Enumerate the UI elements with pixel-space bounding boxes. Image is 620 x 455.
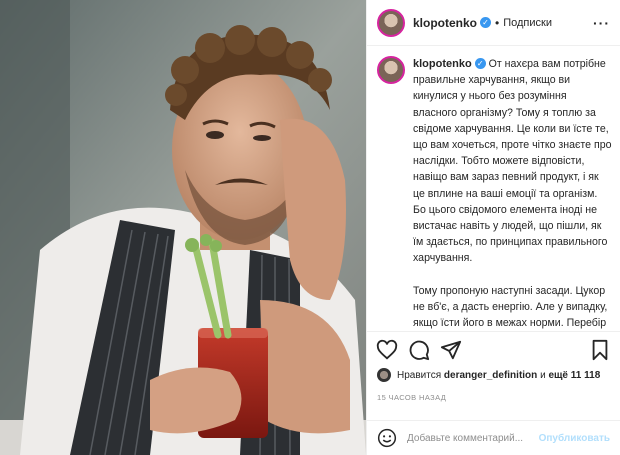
post-photo[interactable] [0,0,366,455]
share-icon[interactable] [439,338,463,362]
author-avatar[interactable] [377,8,405,37]
liker-avatar[interactable] [377,368,391,382]
separator-dot: • [495,15,500,30]
author-username[interactable]: klopotenko [413,16,477,30]
heart-icon[interactable] [375,338,399,362]
likes-count[interactable]: ещё 11 118 [548,370,600,381]
emoji-icon[interactable] [377,428,397,448]
post-photo-illustration [0,0,366,455]
verified-badge-icon: ✓ [480,17,492,28]
instagram-post: klopotenko ✓ • Подписки ··· klopotenko ✓ … [0,0,620,455]
comment-input[interactable]: Добавьте комментарий... [407,433,539,444]
verified-badge-icon: ✓ [474,58,486,69]
post-actions-bar [367,331,620,367]
comment-bar: Добавьте комментарий... Опубликовать [367,420,620,455]
likes-summary: Нравится deranger_definition и ещё 11 11… [377,368,600,382]
post-header: klopotenko ✓ • Подписки ··· [367,0,620,46]
likes-connector: и [540,369,546,381]
comment-icon[interactable] [407,338,431,362]
post-caption: klopotenko ✓ От нахєра вам потрібне прави… [377,56,612,331]
post-sidebar: klopotenko ✓ • Подписки ··· klopotenko ✓ … [366,0,620,455]
caption-paragraph-1: klopotenko ✓ От нахєра вам потрібне прави… [413,56,612,267]
following-button[interactable]: Подписки [503,17,552,29]
caption-username[interactable]: klopotenko [413,58,472,70]
caption-text: klopotenko ✓ От нахєра вам потрібне прави… [413,56,612,331]
caption-author-avatar[interactable] [377,56,405,84]
post-timestamp[interactable]: 15 ЧАСОВ НАЗАД [377,393,446,402]
bookmark-icon[interactable] [588,338,612,362]
caption-paragraph-2: Тому пропоную наступні засади. Цукор не … [413,284,608,330]
publish-button[interactable]: Опубликовать [539,433,610,444]
likes-prefix: Нравится [397,369,442,381]
caption-paragraph-1-text: От нахєра вам потрібне правильне харчува… [413,58,612,265]
liker-username[interactable]: deranger_definition [444,370,537,381]
more-options-icon[interactable]: ··· [593,15,610,31]
